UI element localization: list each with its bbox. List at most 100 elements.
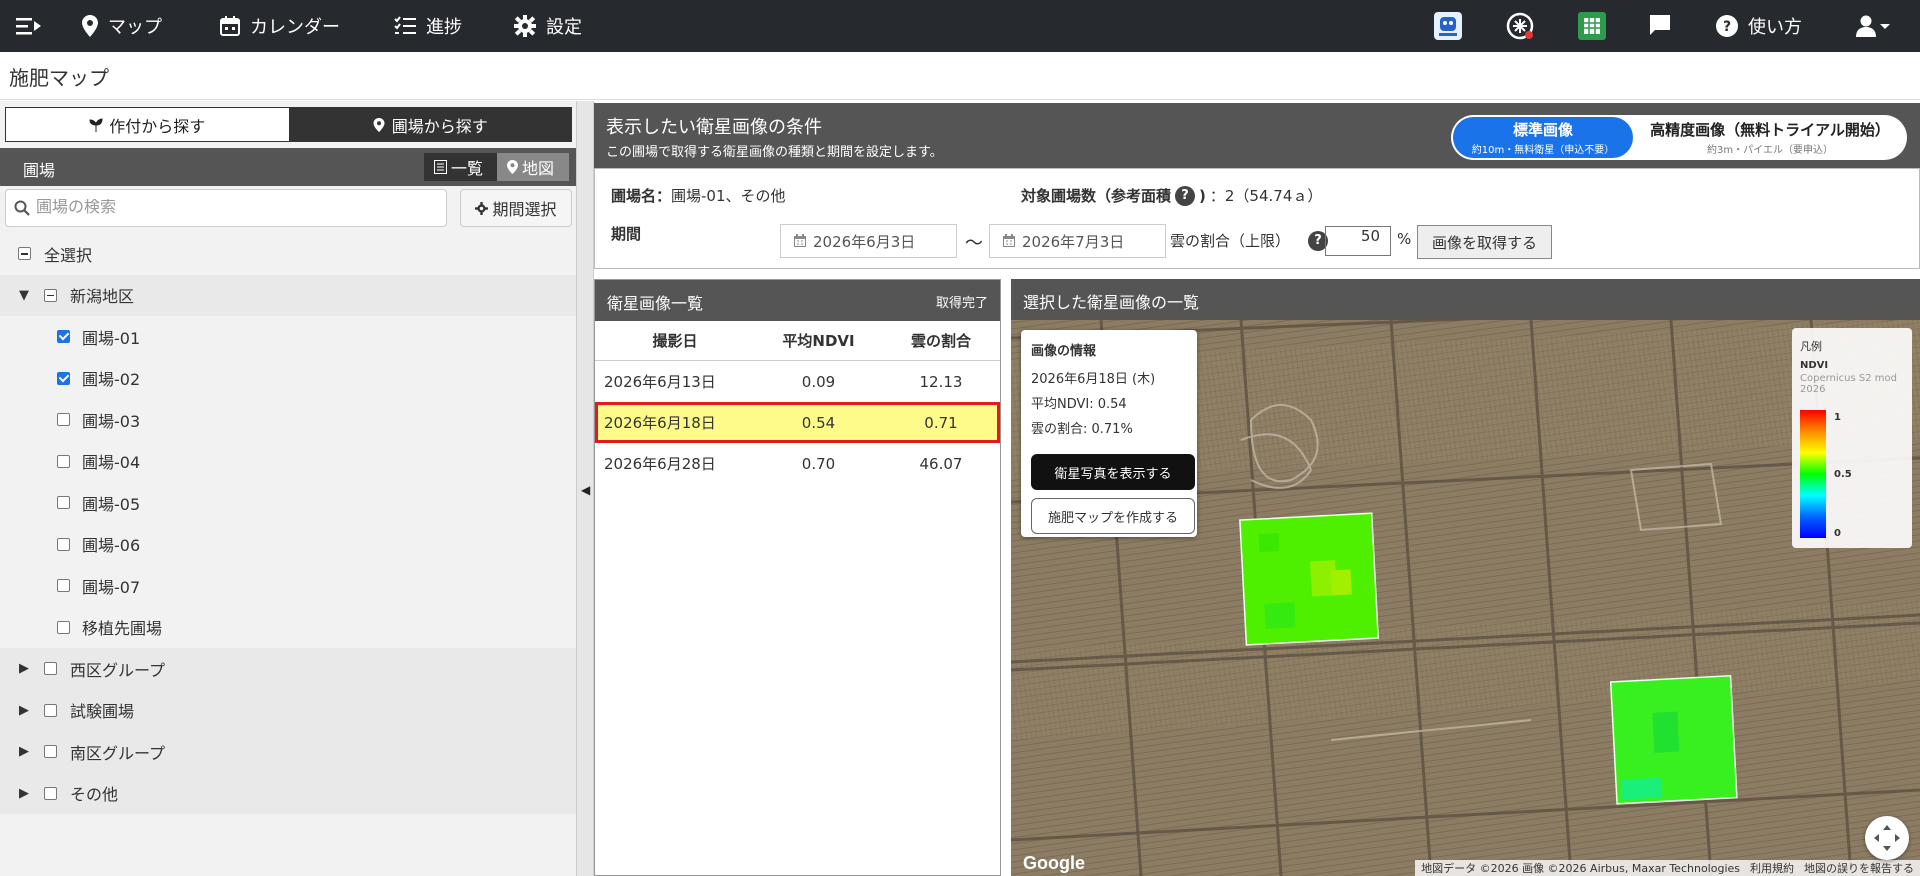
tree-checkbox[interactable]	[57, 579, 70, 593]
tree-checkbox[interactable]	[57, 620, 70, 634]
satellite-list-panel: 衛星画像一覧 取得完了 撮影日 平均NDVI 雲の割合 2026年6月13日 0.…	[594, 279, 1001, 876]
nav-calendar[interactable]: カレンダー	[220, 0, 340, 52]
tab-search-by-crop[interactable]: 作付から探す	[6, 108, 289, 141]
help-circle-icon: ?	[1716, 15, 1738, 37]
cloud-limit-label: 雲の割合（上限）	[1170, 232, 1291, 250]
calendar-icon	[220, 16, 240, 36]
cell-date: 2026年6月28日	[604, 455, 716, 473]
nav-settings[interactable]: 設定	[514, 0, 582, 52]
tree-item[interactable]: 圃場-05	[0, 482, 576, 524]
nav-help-label: 使い方	[1748, 17, 1802, 38]
expand-arrow-down-icon[interactable]: ▼	[19, 288, 31, 303]
tree-item[interactable]: 圃場-03	[0, 399, 576, 441]
period-select-button[interactable]: 期間選択	[460, 189, 572, 227]
cloud-limit-input[interactable]: 50	[1325, 226, 1391, 256]
legend-min: 0	[1834, 528, 1841, 539]
tree-item[interactable]: ▼ 新潟地区	[0, 274, 576, 316]
tree-checkbox[interactable]	[57, 496, 70, 510]
tree-item[interactable]: 圃場-02	[0, 358, 576, 400]
tree-item[interactable]: 移植先圃場	[0, 607, 576, 649]
field-name-label: 圃場名：	[611, 187, 672, 205]
show-satellite-photo-button[interactable]: 衛星写真を表示する	[1031, 454, 1195, 490]
tree-checkbox[interactable]	[44, 745, 57, 759]
tree-item[interactable]: ▶ 西区グループ	[0, 648, 576, 690]
map-pin-icon	[507, 160, 518, 174]
fullscreen-button[interactable]	[1865, 816, 1909, 860]
image-info-popup: 画像の情報 2026年6月18日 (木) 平均NDVI: 0.54 雲の割合: …	[1021, 330, 1197, 537]
conditions-body: 圃場名：圃場-01、その他 対象圃場数（参考面積 ? ) ：2（54.74ａ） …	[594, 168, 1920, 269]
expand-arrow-right-icon[interactable]: ▶	[19, 661, 31, 676]
legend-mid: 0.5	[1834, 469, 1852, 480]
checklist-icon	[394, 16, 416, 34]
tree-checkbox[interactable]	[57, 330, 70, 344]
tree-item-label: その他	[70, 785, 119, 805]
tree-item[interactable]: 圃場-04	[0, 441, 576, 483]
user-icon	[1856, 15, 1890, 37]
field-search-input[interactable]	[36, 199, 426, 217]
chat-icon[interactable]	[1648, 13, 1672, 41]
tree-checkbox[interactable]	[44, 288, 57, 302]
nav-progress[interactable]: 進捗	[394, 0, 462, 52]
menu-toggle-icon[interactable]	[16, 14, 42, 42]
expand-arrow-right-icon[interactable]: ▶	[19, 703, 31, 718]
report-error-link[interactable]: 地図の誤りを報告する	[1804, 860, 1914, 876]
tree-item-label: 南区グループ	[70, 743, 166, 763]
satellite-table-row[interactable]: 2026年6月13日 0.09 12.13	[595, 361, 1000, 402]
tree-item[interactable]: 全選択	[0, 233, 576, 275]
tab-search-by-field[interactable]: 圃場から探す	[288, 108, 571, 141]
high-res-image-option[interactable]: 高精度画像（無料トライアル開始） 約3m・パイエル（要申込）	[1637, 117, 1903, 158]
view-map-button[interactable]: 地図	[497, 153, 569, 181]
satellite-map[interactable]: 画像の情報 2026年6月18日 (木) 平均NDVI: 0.54 雲の割合: …	[1011, 320, 1920, 876]
terms-link[interactable]: 利用規約	[1750, 860, 1794, 876]
tree-item-label: 圃場-05	[82, 494, 141, 514]
tree-item[interactable]: ▶ 試験圃場	[0, 689, 576, 731]
tree-checkbox[interactable]	[57, 454, 70, 468]
get-image-button[interactable]: 画像を取得する	[1417, 225, 1552, 259]
create-fertilizer-map-button[interactable]: 施肥マップを作成する	[1031, 498, 1195, 534]
field-section-header: 圃場 一覧 地図	[0, 148, 576, 186]
standard-image-option[interactable]: 標準画像 約10m・無料衛星（申込不要）	[1453, 117, 1633, 158]
search-mode-tabs: 作付から探す 圃場から探す	[5, 107, 572, 142]
image-info-date: 2026年6月18日 (木)	[1031, 372, 1156, 387]
tree-item[interactable]: 圃場-07	[0, 565, 576, 607]
spreadsheet-icon[interactable]	[1578, 12, 1606, 40]
tree-checkbox[interactable]	[44, 662, 57, 676]
collapse-arrow-icon[interactable]: ◀	[581, 483, 590, 497]
tree-item-label: 圃場-02	[82, 370, 141, 390]
cloud-limit-row: 雲の割合（上限） ?	[1170, 230, 1329, 251]
tree-item[interactable]: 圃場-06	[0, 524, 576, 566]
tree-checkbox[interactable]	[44, 703, 57, 717]
nav-map[interactable]: マップ	[82, 0, 162, 52]
tree-checkbox[interactable]	[44, 786, 57, 800]
tree-checkbox[interactable]	[57, 537, 70, 551]
conditions-subtitle: この圃場で取得する衛星画像の種類と期間を設定します。	[606, 145, 943, 160]
tab-search-by-crop-label: 作付から探す	[109, 116, 206, 136]
view-list-button[interactable]: 一覧	[424, 153, 498, 181]
satellite-table-header: 撮影日 平均NDVI 雲の割合	[595, 321, 1000, 361]
expand-arrow-right-icon[interactable]: ▶	[19, 786, 31, 801]
tree-item[interactable]: 圃場-01	[0, 316, 576, 358]
tree-checkbox[interactable]	[57, 371, 70, 385]
col-date-header: 撮影日	[652, 332, 698, 350]
tree-item[interactable]: ▶ 南区グループ	[0, 731, 576, 773]
gear-icon	[475, 201, 489, 215]
expand-arrow-right-icon[interactable]: ▶	[19, 744, 31, 759]
satellite-table-row[interactable]: 2026年6月18日 0.54 0.71	[595, 402, 1000, 443]
date-to-input[interactable]: 2026年7月3日	[989, 224, 1166, 258]
tree-item[interactable]: ▶ その他	[0, 772, 576, 814]
panel-splitter[interactable]: ◀	[576, 101, 594, 876]
satellite-list-header: 衛星画像一覧 取得完了	[595, 280, 1000, 321]
satellite-table-row[interactable]: 2026年6月28日 0.70 46.07	[595, 443, 1000, 484]
notification-icon[interactable]	[1505, 11, 1535, 41]
tree-checkbox[interactable]	[18, 247, 31, 261]
period-label: 期間	[611, 225, 642, 243]
user-menu[interactable]	[1856, 0, 1890, 52]
tree-checkbox[interactable]	[57, 413, 70, 427]
date-from-input[interactable]: 2026年6月3日	[780, 224, 957, 258]
help-icon[interactable]: ?	[1175, 185, 1196, 206]
app-logo-icon[interactable]	[1434, 12, 1462, 40]
cell-date: 2026年6月13日	[604, 373, 716, 391]
nav-help[interactable]: ? 使い方	[1716, 0, 1802, 52]
image-info-ndvi: 平均NDVI: 0.54	[1031, 397, 1127, 412]
field-section-label: 圃場	[23, 161, 56, 180]
